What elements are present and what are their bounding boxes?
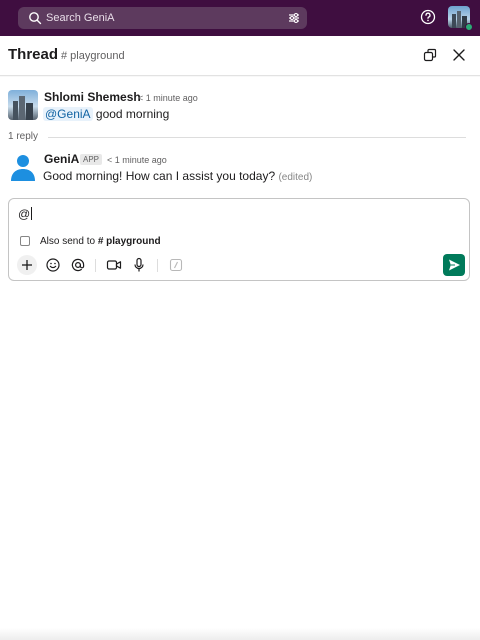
reply-count: 1 reply (8, 131, 39, 142)
send-button[interactable] (443, 254, 465, 276)
message-avatar[interactable] (8, 90, 38, 120)
mention-icon[interactable] (69, 256, 87, 274)
app-badge: APP (80, 154, 103, 165)
message-timestamp[interactable]: < 1 minute ago (138, 93, 198, 103)
edited-label: (edited) (278, 172, 313, 183)
emoji-icon[interactable] (44, 256, 62, 274)
message-avatar[interactable] (8, 152, 38, 182)
close-icon[interactable] (451, 47, 467, 63)
attach-button[interactable] (17, 255, 37, 275)
filter-icon[interactable] (287, 11, 301, 25)
message-timestamp[interactable]: < 1 minute ago (107, 155, 167, 165)
search-placeholder: Search GeniA (46, 12, 115, 24)
popout-icon[interactable] (422, 47, 438, 63)
message-text: Good morning! How can I assist you today… (43, 169, 312, 183)
replies-divider (48, 137, 466, 138)
reply-input[interactable]: @ (18, 207, 33, 221)
top-bar: Search GeniA (0, 0, 480, 36)
message-text: @GeniA good morning (43, 107, 169, 121)
reply-composer[interactable]: @ Also send to # playground (8, 198, 470, 281)
message-author[interactable]: GeniA (44, 152, 79, 166)
also-send-channel: # playground (97, 236, 161, 247)
thread-title: Thread (8, 46, 59, 63)
thread-content: Shlomi Shemesh < 1 minute ago @GeniA goo… (0, 77, 480, 640)
toolbar-divider (95, 259, 96, 272)
thread-channel[interactable]: # playground (61, 50, 125, 62)
bottom-edge (0, 628, 480, 640)
mic-icon[interactable] (130, 256, 148, 274)
search-icon (29, 12, 42, 25)
thread-header: Thread # playground (0, 36, 480, 76)
message-body: Good morning! How can I assist you today… (43, 169, 276, 183)
video-icon[interactable] (105, 256, 123, 274)
presence-indicator (465, 23, 473, 31)
plus-icon (22, 260, 32, 270)
message-body: good morning (95, 107, 170, 121)
slash-command-icon[interactable] (167, 256, 185, 274)
help-icon[interactable] (420, 9, 436, 25)
also-send-label: Also send to # playground (40, 236, 161, 247)
send-icon (449, 259, 460, 271)
search-bar[interactable]: Search GeniA (18, 7, 307, 29)
message-author[interactable]: Shlomi Shemesh (44, 90, 141, 104)
also-send-checkbox[interactable] (20, 236, 30, 246)
user-mention[interactable]: @GeniA (43, 107, 93, 121)
toolbar-divider (157, 259, 158, 272)
